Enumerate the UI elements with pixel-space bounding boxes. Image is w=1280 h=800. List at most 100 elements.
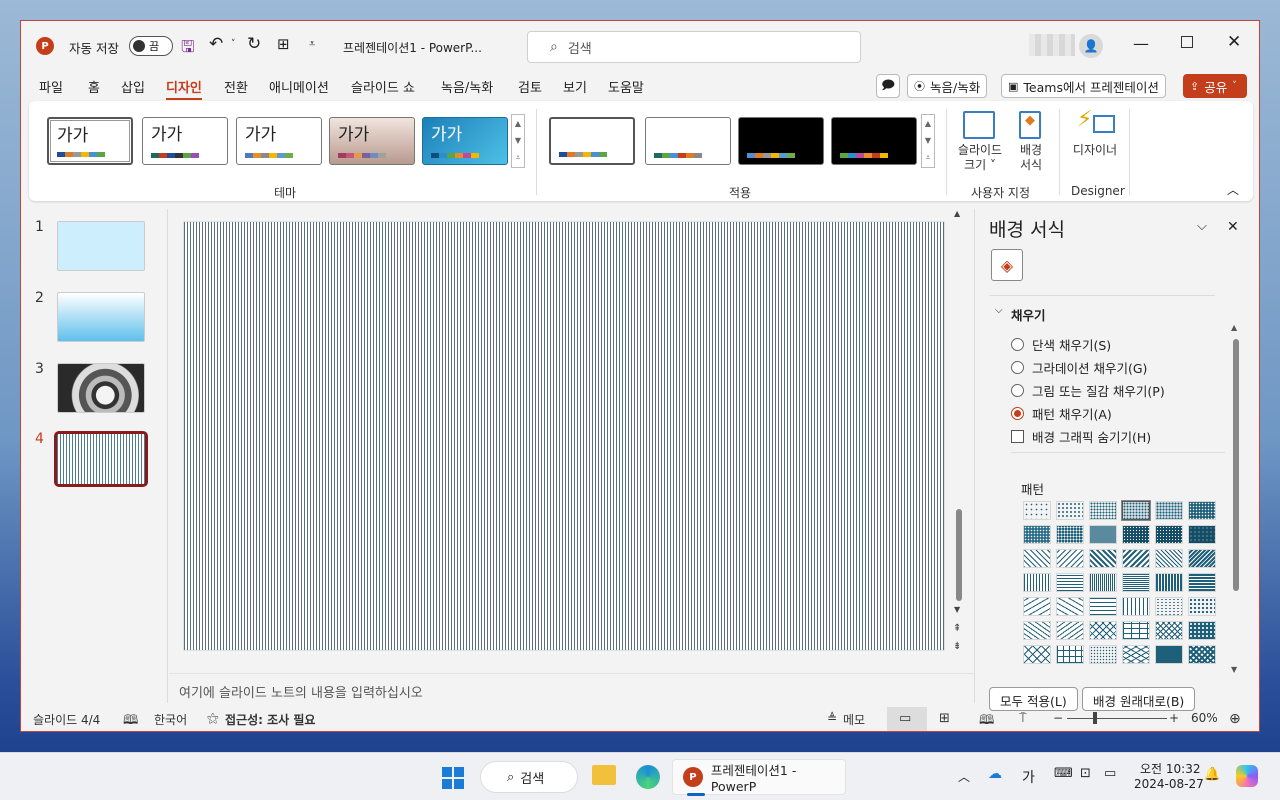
scroll-up-icon[interactable]: ▲ — [954, 209, 960, 218]
slide-thumbnail-2[interactable] — [57, 292, 145, 342]
hide-background-graphics-checkbox[interactable]: 배경 그래픽 숨기기(H) — [1011, 427, 1151, 446]
collapse-ribbon-icon[interactable]: ︿ — [1227, 181, 1239, 198]
taskbar-search[interactable]: ⌕ 검색 — [480, 761, 578, 793]
pattern-swatch[interactable] — [1122, 549, 1150, 568]
copilot-icon[interactable] — [1236, 765, 1258, 787]
share-button[interactable]: ⇪ 공유 ˅ — [1183, 74, 1247, 98]
theme-3[interactable]: 가가 — [236, 117, 322, 165]
show-hidden-icons[interactable]: ︿ — [958, 768, 970, 785]
tab-view[interactable]: 보기 — [563, 77, 587, 96]
theme-4[interactable]: 가가 — [329, 117, 415, 165]
pattern-swatch[interactable] — [1155, 597, 1183, 616]
tab-record[interactable]: 녹음/녹화 — [441, 77, 493, 96]
autosave-toggle[interactable]: 끔 — [129, 36, 173, 56]
maximize-icon[interactable] — [1181, 36, 1193, 48]
zoom-out-icon[interactable]: − — [1053, 711, 1063, 725]
theme-gallery-scroll[interactable]: ▲ ▼ ⩡ — [511, 114, 525, 168]
scroll-down-icon[interactable]: ▼ — [512, 132, 524, 149]
scroll-up-icon[interactable]: ▲ — [512, 115, 524, 132]
pattern-swatch[interactable] — [1122, 645, 1150, 664]
pattern-swatch[interactable] — [1122, 597, 1150, 616]
notification-bell-icon[interactable]: 🔔 — [1204, 767, 1220, 782]
pattern-swatch[interactable] — [1056, 645, 1084, 664]
pattern-swatch[interactable] — [1155, 573, 1183, 592]
variant-4[interactable] — [831, 117, 917, 165]
pattern-swatch[interactable] — [1188, 501, 1216, 520]
more-variants-icon[interactable]: ⩡ — [922, 149, 934, 166]
pattern-swatch[interactable] — [1089, 549, 1117, 568]
tab-animations[interactable]: 애니메이션 — [269, 77, 329, 96]
pattern-swatch[interactable] — [1089, 621, 1117, 640]
canvas-scrollbar[interactable]: ▲ ▼ ⇞ ⇟ — [951, 209, 967, 673]
pane-scroll-up-icon[interactable]: ▲ — [1231, 323, 1237, 332]
pattern-swatch[interactable] — [1056, 549, 1084, 568]
accessibility-status[interactable]: 접근성: 조사 필요 — [225, 711, 315, 728]
redo-icon[interactable]: ↻ — [247, 34, 261, 54]
network-icon[interactable]: ⊡ — [1080, 766, 1091, 781]
pattern-swatch[interactable] — [1122, 621, 1150, 640]
next-slide-icon[interactable]: ⇟ — [953, 641, 961, 652]
tab-home[interactable]: 홈 — [88, 77, 100, 96]
pattern-swatch[interactable] — [1089, 573, 1117, 592]
notes-area[interactable]: 여기에 슬라이드 노트의 내용을 입력하십시오 — [169, 673, 975, 701]
zoom-in-icon[interactable]: + — [1169, 711, 1179, 725]
tab-design[interactable]: 디자인 — [166, 77, 202, 100]
format-background-button[interactable]: 배경 서식 — [1011, 143, 1051, 173]
pattern-swatch[interactable] — [1188, 573, 1216, 592]
comments-button[interactable]: 🗩 — [876, 74, 900, 98]
pattern-swatch[interactable] — [1023, 549, 1051, 568]
accessibility-icon[interactable]: ⚝ — [207, 711, 219, 726]
pane-options-icon[interactable]: ⌵ — [1197, 219, 1207, 234]
format-background-icon[interactable]: ◆ — [1019, 111, 1041, 139]
start-icon[interactable] — [442, 767, 464, 789]
pattern-swatch[interactable] — [1188, 549, 1216, 568]
theme-5[interactable]: 가가 — [422, 117, 508, 165]
tab-transitions[interactable]: 전환 — [224, 77, 248, 96]
tab-help[interactable]: 도움말 — [608, 77, 644, 96]
radio-pattern-fill[interactable]: 패턴 채우기(A) — [1011, 404, 1112, 423]
pane-close-icon[interactable]: ✕ — [1227, 219, 1239, 235]
pattern-swatch[interactable] — [1188, 621, 1216, 640]
pattern-swatch[interactable] — [1188, 645, 1216, 664]
variant-gallery-scroll[interactable]: ▲ ▼ ⩡ — [921, 114, 935, 168]
pattern-swatch[interactable] — [1023, 525, 1051, 544]
designer-icon[interactable]: ⚡ — [1077, 107, 1092, 132]
notes-toggle-icon[interactable]: ≜ — [827, 711, 837, 725]
pattern-swatch[interactable] — [1023, 501, 1051, 520]
pattern-swatch[interactable] — [1023, 597, 1051, 616]
more-themes-icon[interactable]: ⩡ — [512, 149, 524, 166]
pane-scroll-down-icon[interactable]: ▼ — [1231, 665, 1237, 674]
scroll-down-icon[interactable]: ▼ — [922, 132, 934, 149]
slide-thumbnail-1[interactable] — [57, 221, 145, 271]
clock-time[interactable]: 오전 10:32 — [1140, 760, 1200, 777]
record-button[interactable]: ⦿ 녹음/녹화 — [907, 74, 988, 98]
pattern-swatch[interactable] — [1155, 549, 1183, 568]
tab-file[interactable]: 파일 — [39, 77, 63, 96]
slide-size-button[interactable]: 슬라이드 크기 ˅ — [951, 143, 1009, 173]
reading-view-icon[interactable]: 🕮 — [979, 711, 994, 731]
pane-scroll-thumb[interactable] — [1233, 339, 1239, 591]
pattern-swatch[interactable] — [1056, 501, 1084, 520]
avatar[interactable]: 👤 — [1079, 34, 1103, 58]
pattern-swatch[interactable] — [1155, 621, 1183, 640]
pattern-swatch[interactable] — [1023, 573, 1051, 592]
theme-2[interactable]: 가가 — [142, 117, 228, 165]
undo-dropdown-icon[interactable]: ˅ — [231, 39, 236, 49]
pattern-swatch[interactable] — [1188, 525, 1216, 544]
pattern-swatch[interactable] — [1188, 597, 1216, 616]
slide-size-icon[interactable] — [963, 111, 995, 139]
radio-picture-fill[interactable]: 그림 또는 질감 채우기(P) — [1011, 381, 1165, 400]
variant-2[interactable] — [645, 117, 731, 165]
designer-button[interactable]: 디자이너 — [1065, 143, 1125, 158]
tab-review[interactable]: 검토 — [518, 77, 542, 96]
fit-to-window-icon[interactable]: ⊕ — [1229, 711, 1241, 727]
pattern-swatch[interactable] — [1023, 621, 1051, 640]
present-from-start-icon[interactable]: ⊞ — [277, 35, 290, 53]
taskbar-powerpoint[interactable]: P 프레젠테이션1 - PowerP — [672, 759, 846, 796]
slide-sorter-icon[interactable]: ⊞ — [939, 711, 950, 726]
variant-1[interactable] — [549, 117, 635, 165]
pattern-swatch[interactable] — [1056, 573, 1084, 592]
radio-gradient-fill[interactable]: 그라데이션 채우기(G) — [1011, 358, 1147, 377]
pattern-swatch[interactable] — [1122, 525, 1150, 544]
zoom-slider-thumb[interactable] — [1093, 712, 1097, 724]
